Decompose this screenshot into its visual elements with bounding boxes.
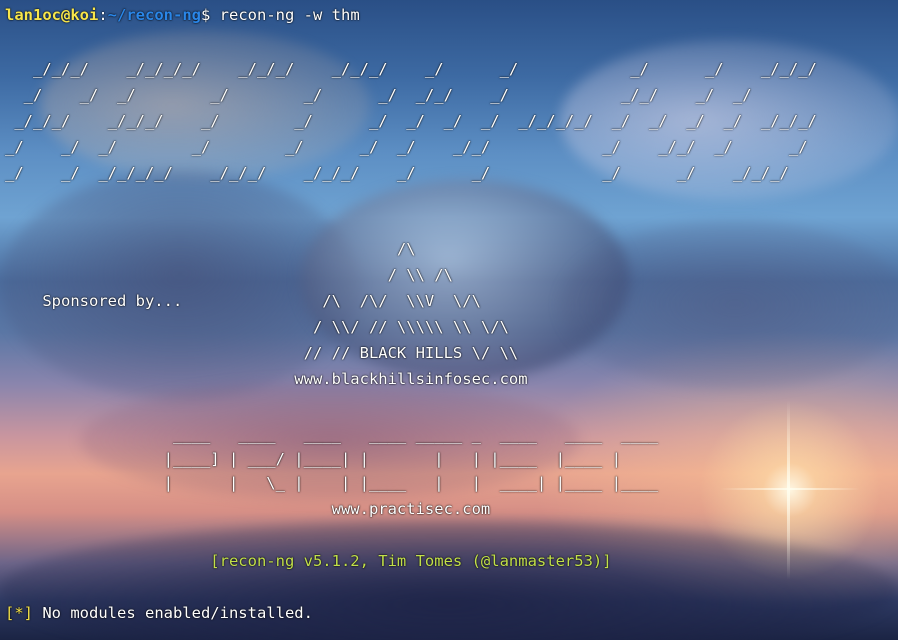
prompt-user-host: lan1oc@koi [5,6,99,24]
status-tag: [*] [5,604,33,622]
banner-ascii-line: _/ _/ _/ _/ _/ _/ _/_/ _/ _/_/ _/ _/ [5,86,752,104]
sponsor-bhis-ascii-line: // // BLACK HILLS \/ \\ [5,344,519,362]
banner-ascii-line: _/_/_/ _/_/_/_/ _/_/_/ _/_/_/ _/ _/ _/ _… [5,60,817,78]
sponsor-bhis-ascii-line: /\ [5,240,416,258]
version-line: [recon-ng v5.1.2, Tim Tomes (@lanmaster5… [5,552,612,570]
sponsor-practisec-ascii-line: | | \_ | | |____ | | ____| |____ |____ [5,474,659,492]
sponsor-bhis-ascii-line: / \\/ // \\\\\ \\ \/\ [5,318,509,336]
command-text: recon-ng -w thm [219,6,360,24]
terminal-window[interactable]: lan1oc@koi:~/recon-ng$ recon-ng -w thm _… [0,0,898,640]
sponsor-bhis-ascii-line: / \\ /\ [5,266,453,284]
banner-ascii-line: _/ _/ _/ _/ _/ _/ _/ _/_/ _/ _/_/ _/ _/ [5,138,808,156]
banner-ascii-line: _/ _/ _/_/_/_/ _/_/_/ _/_/_/ _/ _/ _/ _/… [5,164,789,182]
prompt-dollar: $ [201,6,220,24]
sponsor-practisec-ascii-line: ____ ____ ____ ____ _____ _ ____ ____ __… [5,426,659,444]
sponsor-bhis-url: www.blackhillsinfosec.com [5,370,528,388]
sponsor-bhis-ascii-line: Sponsored by... /\ /\/ \\V \/\ [5,292,481,310]
sponsor-practisec-url: www.practisec.com [5,500,491,518]
status-message: No modules enabled/installed. [33,604,313,622]
prompt-line: lan1oc@koi:~/recon-ng$ recon-ng -w thm [5,2,360,28]
prompt-path: ~/recon-ng [107,6,201,24]
banner-ascii-line: _/_/_/ _/_/_/ _/ _/ _/ _/ _/ _/ _/_/_/_/… [5,112,817,130]
sponsor-practisec-ascii-line: |____] | ___/ |____| | | | |____ |____ | [5,450,621,468]
status-line: [*] No modules enabled/installed. [5,600,313,626]
prompt-separator: : [98,6,108,24]
